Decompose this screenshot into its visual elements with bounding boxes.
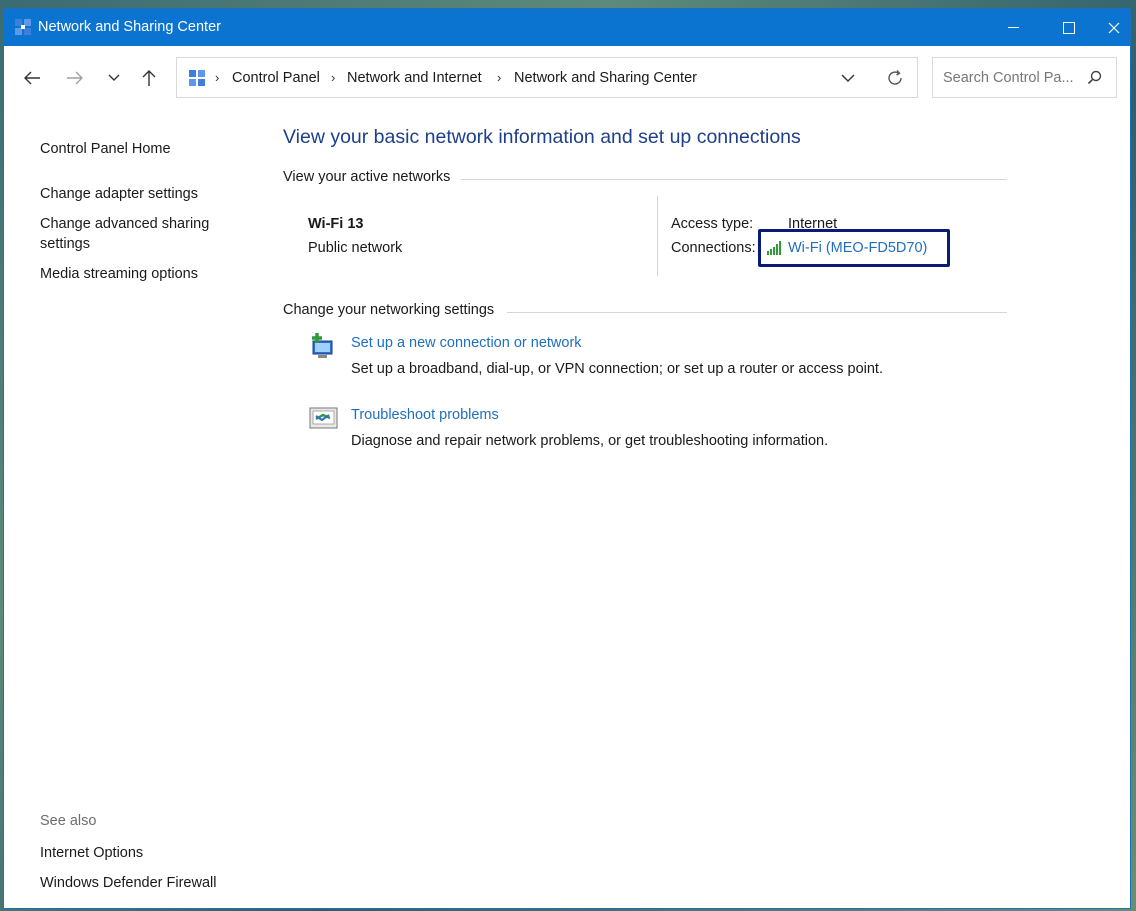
- search-icon[interactable]: [1087, 70, 1102, 85]
- troubleshoot-description: Diagnose and repair network problems, or…: [351, 433, 829, 449]
- wifi-connection-link[interactable]: Wi-Fi (MEO-FD5D70): [788, 240, 927, 256]
- window-title: Network and Sharing Center: [38, 19, 221, 35]
- back-button[interactable]: [19, 65, 45, 91]
- search-box[interactable]: Search Control Pa...: [932, 57, 1117, 98]
- divider: [461, 179, 1007, 180]
- page-title: View your basic network information and …: [283, 126, 801, 148]
- chevron-down-icon: [108, 74, 120, 81]
- sidebar-item-control-panel-home[interactable]: Control Panel Home: [40, 139, 171, 159]
- connections-label: Connections:: [671, 240, 756, 256]
- troubleshoot-icon: [309, 407, 338, 429]
- breadcrumb-network-internet[interactable]: Network and Internet: [347, 70, 482, 86]
- navigation-bar: › Control Panel › Network and Internet ›…: [4, 46, 1130, 110]
- sidebar-item-change-advanced-sharing[interactable]: Change advanced sharing settings: [40, 214, 230, 254]
- title-bar[interactable]: Network and Sharing Center: [4, 9, 1130, 46]
- see-also-heading: See also: [40, 813, 97, 829]
- close-button[interactable]: [1097, 9, 1130, 46]
- wifi-signal-icon: [767, 240, 785, 255]
- see-also-internet-options[interactable]: Internet Options: [40, 843, 143, 863]
- breadcrumb-chevron-icon: ›: [215, 70, 220, 85]
- maximize-button[interactable]: [1041, 9, 1097, 46]
- close-icon: [1108, 22, 1119, 33]
- breadcrumb-chevron-icon: ›: [331, 70, 336, 85]
- up-button[interactable]: [136, 65, 162, 91]
- breadcrumb-network-sharing[interactable]: Network and Sharing Center: [514, 70, 697, 86]
- minimize-button[interactable]: [985, 9, 1041, 46]
- active-networks-heading: View your active networks: [283, 169, 451, 185]
- see-also-windows-defender-firewall[interactable]: Windows Defender Firewall: [40, 873, 216, 893]
- recent-locations-button[interactable]: [101, 65, 127, 91]
- access-type-label: Access type:: [671, 216, 754, 232]
- forward-arrow-icon: [67, 71, 83, 85]
- breadcrumb-chevron-icon: ›: [497, 70, 502, 85]
- sidebar-item-media-streaming[interactable]: Media streaming options: [40, 264, 198, 284]
- refresh-icon[interactable]: [886, 69, 904, 87]
- main-content: View your basic network information and …: [283, 110, 1130, 908]
- minimize-icon: [1007, 27, 1019, 28]
- address-dropdown-icon[interactable]: [841, 74, 855, 83]
- network-sharing-center-window: Network and Sharing Center › Control Pan…: [4, 9, 1130, 908]
- networking-settings-heading: Change your networking settings: [283, 302, 495, 318]
- network-center-icon: [15, 19, 31, 35]
- divider: [507, 312, 1007, 313]
- maximize-icon: [1063, 21, 1075, 34]
- address-bar[interactable]: › Control Panel › Network and Internet ›…: [176, 57, 918, 98]
- sidebar: Control Panel Home Change adapter settin…: [4, 110, 264, 908]
- breadcrumb-control-panel[interactable]: Control Panel: [232, 70, 320, 86]
- forward-button[interactable]: [62, 65, 88, 91]
- network-name: Wi-Fi 13: [308, 216, 364, 232]
- up-arrow-icon: [142, 70, 156, 86]
- setup-connection-link[interactable]: Set up a new connection or network: [351, 335, 582, 351]
- troubleshoot-link[interactable]: Troubleshoot problems: [351, 407, 499, 423]
- back-arrow-icon: [24, 71, 40, 85]
- sidebar-item-change-adapter-settings[interactable]: Change adapter settings: [40, 184, 198, 204]
- control-panel-icon: [189, 70, 205, 86]
- network-type: Public network: [308, 240, 403, 256]
- divider: [657, 196, 658, 276]
- new-connection-icon: [312, 333, 333, 358]
- search-input[interactable]: Search Control Pa...: [943, 70, 1074, 86]
- setup-connection-description: Set up a broadband, dial-up, or VPN conn…: [351, 361, 883, 377]
